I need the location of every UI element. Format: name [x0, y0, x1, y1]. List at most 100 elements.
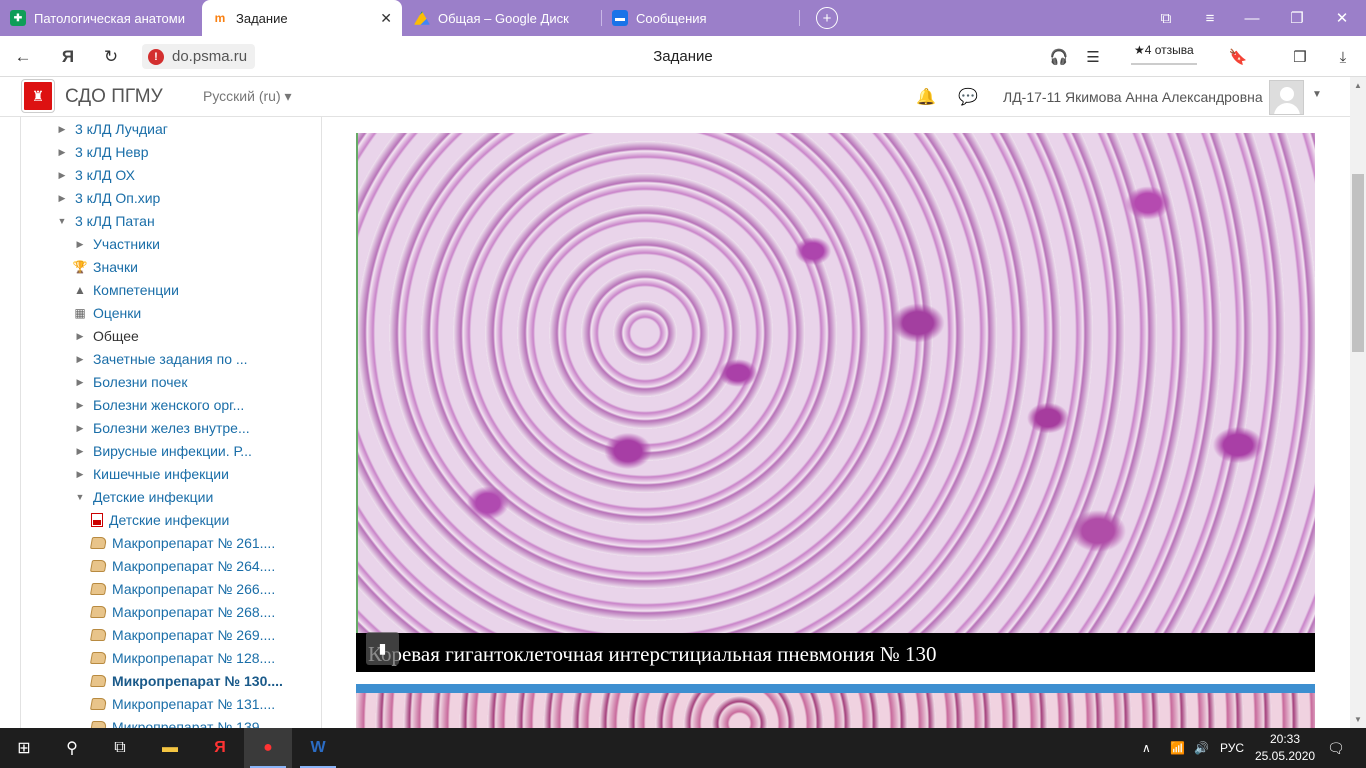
windows-taskbar: ⊞ ⚲ ⧉ ▬ Я ● W ∧ 📶 🔊 РУС 20:33 25.05.2020…	[0, 728, 1366, 768]
tab-assignment[interactable]: m Задание ✕	[202, 0, 402, 36]
trophy-icon: 🏆	[72, 260, 88, 274]
nav-item[interactable]: ▼ Детские инфекции	[73, 487, 214, 507]
notifications-icon[interactable]: 🔔	[916, 87, 936, 107]
site-name[interactable]: СДО ПГМУ	[65, 86, 163, 108]
headphones-icon[interactable]: 🎧	[1046, 44, 1072, 70]
nav-item[interactable]: ▶ Болезни желез внутре...	[73, 418, 250, 438]
nav-item[interactable]: ▶ Кишечные инфекции	[73, 464, 229, 484]
scroll-down-icon[interactable]: ▼	[1354, 715, 1362, 724]
assignment-icon	[89, 675, 108, 687]
reviews-button[interactable]: ★4 отзыва	[1131, 43, 1197, 65]
warning-icon[interactable]: !	[148, 48, 164, 65]
nav-item[interactable]: ▶ 3 кЛД Лучдиаг	[55, 119, 168, 139]
nav-item[interactable]: Макропрепарат № 266....	[89, 579, 275, 599]
nav-item[interactable]: Микропрепарат № 139....	[89, 717, 275, 728]
yandex-app-icon[interactable]: Я	[196, 728, 244, 768]
back-arrow-icon[interactable]: ←	[10, 44, 36, 70]
nav-item[interactable]: 🏆 Значки	[73, 257, 138, 277]
expand-arrow-icon: ▶	[76, 468, 84, 479]
nav-item[interactable]: ▼ 3 кЛД Патан	[55, 211, 155, 231]
tab-messages[interactable]: ▬ Сообщения	[602, 0, 798, 36]
expand-arrow-icon: ▶	[76, 399, 84, 410]
nav-item[interactable]: ▶ Зачетные задания по ...	[73, 349, 248, 369]
drive-icon	[414, 11, 430, 25]
expand-arrow-icon: ▶	[76, 330, 84, 341]
url-field[interactable]: ! do.psma.ru	[142, 44, 256, 69]
nav-item-label: 3 кЛД ОХ	[75, 167, 135, 183]
nav-item[interactable]: ▶ Вирусные инфекции. Р...	[73, 441, 252, 461]
grades-table-icon: ▦	[74, 306, 86, 320]
tab-pathology[interactable]: ✚ Патологическая анатоми	[0, 0, 200, 36]
nav-item[interactable]: ▶ Общее	[73, 326, 139, 346]
nav-item[interactable]: ▲ Компетенции	[73, 280, 179, 300]
nav-item[interactable]: ▶ 3 кЛД ОХ	[55, 165, 135, 185]
download-icon[interactable]: ⤓	[1330, 44, 1356, 70]
nav-item-label: Болезни почек	[93, 374, 188, 390]
browser-tab-bar: ✚ Патологическая анатоми m Задание ✕ Общ…	[0, 0, 1366, 36]
clock-time: 20:33	[1269, 732, 1301, 746]
new-tab-button[interactable]: +	[816, 7, 838, 29]
course-navigation: ▶ 3 кЛД Лучдиаг ▶ 3 кЛД Невр ▶ 3 кЛД ОХ ▶ 3 …	[20, 117, 322, 728]
reload-icon[interactable]: ↻	[98, 44, 124, 70]
window-close-icon[interactable]: ✕	[1330, 6, 1354, 30]
nav-item[interactable]: Макропрепарат № 264....	[89, 556, 276, 576]
competency-icon: ▲	[74, 283, 86, 297]
close-tab-icon[interactable]: ✕	[380, 10, 392, 27]
yandex-icon[interactable]: Я	[55, 44, 81, 70]
scrollbar-thumb[interactable]	[1352, 174, 1364, 352]
menu-icon[interactable]: ≡	[1198, 6, 1222, 30]
nav-item[interactable]: Макропрепарат № 268....	[89, 602, 275, 622]
nav-item[interactable]: ▶ 3 кЛД Невр	[55, 142, 149, 162]
tab-copy-icon[interactable]: ⧉	[1154, 6, 1178, 30]
search-icon[interactable]: ⚲	[48, 728, 96, 768]
restore-icon[interactable]: ❐	[1285, 6, 1309, 30]
windows-start-icon[interactable]: ⊞	[0, 728, 48, 768]
site-logo[interactable]: ♜	[22, 80, 54, 112]
network-icon[interactable]: 📶	[1170, 728, 1185, 768]
image-caption: Коревая гигантоклеточная интерстициальна…	[356, 633, 1315, 672]
reader-mode-icon[interactable]: ☰	[1080, 44, 1106, 70]
nav-item[interactable]: ▶ Участники	[73, 234, 160, 254]
notification-center-icon[interactable]: 🗨	[1327, 728, 1345, 768]
nav-item[interactable]: ▶ Болезни почек	[73, 372, 188, 392]
nav-item-label: Макропрепарат № 264....	[112, 558, 276, 574]
minimize-icon[interactable]: —	[1240, 6, 1264, 30]
nav-item[interactable]: ▶ 3 кЛД Оп.хир	[55, 188, 161, 208]
expand-arrow-icon: ▶	[76, 353, 84, 364]
tab-google-drive[interactable]: Общая – Google Диск	[404, 0, 600, 36]
tab-label: Патологическая анатоми	[34, 10, 185, 26]
bookmark-icon[interactable]: 🔖	[1225, 44, 1251, 70]
volume-icon[interactable]: 🔊	[1194, 728, 1209, 768]
input-language[interactable]: РУС	[1220, 728, 1244, 768]
user-name[interactable]: ЛД-17-11 Якимова Анна Александровна	[1003, 89, 1263, 105]
chevron-down-icon[interactable]: ▼	[1312, 89, 1322, 100]
yandex-browser-icon[interactable]: ●	[244, 728, 292, 768]
nav-item[interactable]: Детские инфекции	[91, 510, 229, 530]
nav-item-active[interactable]: Микропрепарат № 130....	[89, 671, 283, 691]
assignment-icon	[89, 537, 108, 549]
nav-item-label: 3 кЛД Невр	[75, 144, 149, 160]
assignment-icon	[89, 583, 108, 595]
scroll-up-icon[interactable]: ▲	[1354, 81, 1362, 90]
nav-item[interactable]: Микропрепарат № 131....	[89, 694, 275, 714]
nav-item[interactable]: ▶ Болезни женского орг...	[73, 395, 245, 415]
word-icon[interactable]: W	[294, 728, 342, 768]
messages-icon[interactable]: 💬	[958, 87, 978, 107]
nav-item[interactable]: Макропрепарат № 261....	[89, 533, 275, 553]
site-navbar: ♜ СДО ПГМУ Русский (ru) ▾ 🔔 💬 ЛД-17-11 Я…	[0, 77, 1350, 117]
nav-item[interactable]: Макропрепарат № 269....	[89, 625, 276, 645]
nav-item[interactable]: ▦ Оценки	[73, 303, 141, 323]
assignment-icon	[89, 698, 108, 710]
nav-item[interactable]: Микропрепарат № 128....	[89, 648, 275, 668]
page-scrollbar[interactable]: ▲ ▼	[1350, 77, 1366, 728]
nav-item-label: Макропрепарат № 269....	[112, 627, 276, 643]
file-explorer-icon[interactable]: ▬	[146, 728, 194, 768]
expand-arrow-icon: ▶	[76, 422, 84, 433]
tray-chevron-up-icon[interactable]: ∧	[1142, 728, 1151, 768]
system-clock[interactable]: 20:33 25.05.2020	[1255, 731, 1315, 765]
language-menu[interactable]: Русский (ru) ▾	[203, 88, 292, 105]
avatar[interactable]	[1269, 80, 1304, 115]
task-view-icon[interactable]: ⧉	[96, 728, 144, 768]
collections-icon[interactable]: ❒	[1287, 44, 1313, 70]
bookmark-icon[interactable]: ▮	[366, 632, 399, 665]
